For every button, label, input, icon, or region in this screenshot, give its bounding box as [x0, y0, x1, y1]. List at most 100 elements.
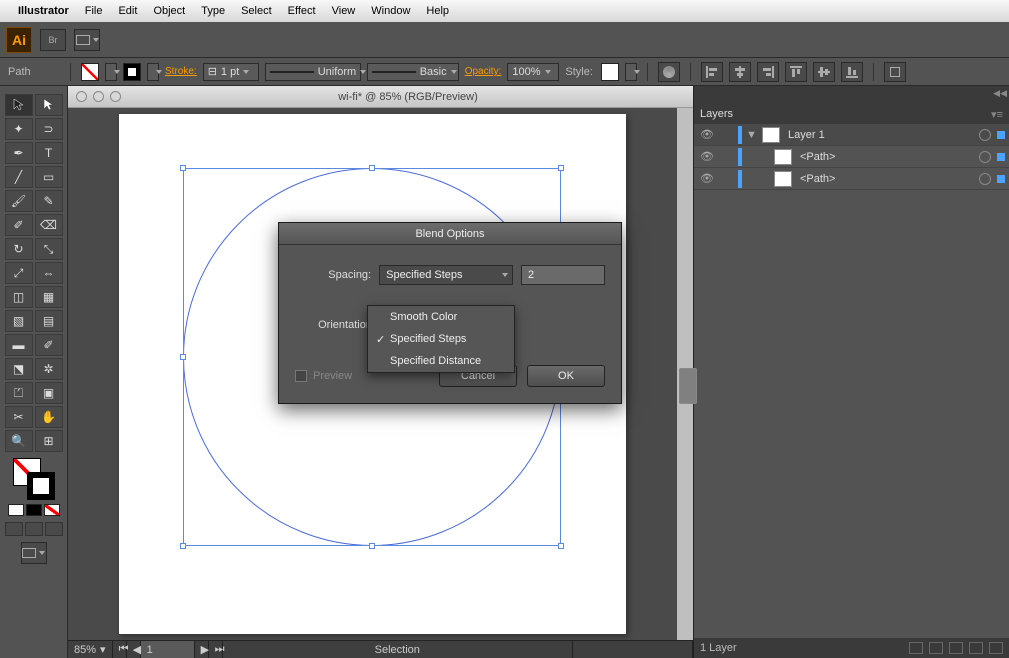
align-left-button[interactable] — [701, 62, 723, 82]
stroke-color-icon[interactable] — [27, 472, 55, 500]
mesh-tool[interactable]: ▤ — [35, 310, 63, 332]
layer-name-label[interactable]: <Path> — [796, 151, 975, 163]
first-artboard-button[interactable]: ⏮ — [113, 641, 127, 658]
draw-behind-button[interactable] — [25, 522, 43, 536]
magic-wand-tool[interactable]: ✦ — [5, 118, 33, 140]
menu-window[interactable]: Window — [371, 5, 410, 17]
lasso-tool[interactable]: ⊃ — [35, 118, 63, 140]
draw-normal-button[interactable] — [5, 522, 23, 536]
gradient-mode-button[interactable] — [26, 504, 42, 516]
spacing-steps-input[interactable] — [521, 265, 605, 285]
variable-width-profile[interactable]: Uniform — [265, 63, 361, 81]
target-icon[interactable] — [979, 173, 991, 185]
next-artboard-button[interactable]: ▶ — [195, 641, 209, 658]
align-bottom-button[interactable] — [841, 62, 863, 82]
menu-file[interactable]: File — [85, 5, 103, 17]
menu-select[interactable]: Select — [241, 5, 272, 17]
draw-inside-button[interactable] — [45, 522, 63, 536]
brush-definition[interactable]: Basic — [367, 63, 459, 81]
artboard-tool[interactable]: ▣ — [35, 382, 63, 404]
layer-name-label[interactable]: <Path> — [796, 173, 975, 185]
opacity-panel-link[interactable]: Opacity: — [465, 66, 502, 77]
rectangle-tool[interactable]: ▭ — [35, 166, 63, 188]
eyedropper-tool[interactable]: ✐ — [35, 334, 63, 356]
perspective-grid-tool[interactable]: ▧ — [5, 310, 33, 332]
menu-edit[interactable]: Edit — [118, 5, 137, 17]
locate-object-button[interactable] — [909, 642, 923, 654]
slice-tool[interactable]: ✂ — [5, 406, 33, 428]
target-icon[interactable] — [979, 151, 991, 163]
collapse-panels-icon[interactable]: ◀◀ — [993, 88, 1007, 99]
symbol-sprayer-tool[interactable]: ✲ — [35, 358, 63, 380]
menu-help[interactable]: Help — [426, 5, 449, 17]
ok-button[interactable]: OK — [527, 365, 605, 387]
transform-panel-button[interactable] — [884, 62, 906, 82]
window-minimize-icon[interactable] — [93, 91, 104, 102]
recolor-artwork-button[interactable] — [658, 62, 680, 82]
column-graph-tool[interactable]: ⏍ — [5, 382, 33, 404]
new-layer-button[interactable] — [969, 642, 983, 654]
delete-layer-button[interactable] — [989, 642, 1003, 654]
fill-swatch[interactable] — [81, 63, 99, 81]
pencil-tool[interactable]: ✎ — [35, 190, 63, 212]
target-icon[interactable] — [979, 129, 991, 141]
selection-indicator-icon[interactable] — [997, 153, 1005, 161]
window-zoom-icon[interactable] — [110, 91, 121, 102]
visibility-toggle-icon[interactable]: 👁 — [698, 128, 716, 141]
vertical-scrollbar[interactable] — [677, 108, 693, 640]
stroke-weight-field[interactable]: ⊟1 pt — [203, 63, 259, 81]
fill-stroke-control[interactable] — [13, 458, 55, 500]
stroke-panel-link[interactable]: Stroke: — [165, 66, 197, 77]
align-center-h-button[interactable] — [729, 62, 751, 82]
layer-name-label[interactable]: Layer 1 — [784, 129, 975, 141]
hand-tool[interactable]: ✋ — [35, 406, 63, 428]
gradient-tool[interactable]: ▬ — [5, 334, 33, 356]
pen-tool[interactable]: ✒ — [5, 142, 33, 164]
live-paint-tool[interactable]: ▦ — [35, 286, 63, 308]
stroke-swatch[interactable] — [123, 63, 141, 81]
line-tool[interactable]: ╱ — [5, 166, 33, 188]
screen-mode-button[interactable] — [21, 542, 47, 564]
new-sublayer-button[interactable] — [949, 642, 963, 654]
style-dropdown[interactable] — [625, 63, 637, 81]
layer-row[interactable]: 👁 <Path> — [694, 146, 1009, 168]
visibility-toggle-icon[interactable]: 👁 — [698, 150, 716, 163]
selection-tool[interactable] — [5, 94, 33, 116]
align-top-button[interactable] — [785, 62, 807, 82]
fill-dropdown[interactable] — [105, 63, 117, 81]
last-artboard-button[interactable]: ⏭ — [209, 641, 223, 658]
spacing-option-specified-steps[interactable]: ✓Specified Steps — [368, 328, 514, 350]
artboard-number-field[interactable]: 1 — [141, 641, 195, 658]
bridge-button[interactable]: Br — [40, 29, 66, 51]
make-clipping-mask-button[interactable] — [929, 642, 943, 654]
arrange-documents-button[interactable] — [74, 29, 100, 51]
align-right-button[interactable] — [757, 62, 779, 82]
selection-indicator-icon[interactable] — [997, 175, 1005, 183]
direct-selection-tool[interactable] — [35, 94, 63, 116]
shape-builder-tool[interactable]: ◫ — [5, 286, 33, 308]
app-menu[interactable]: Illustrator — [18, 5, 69, 17]
menu-type[interactable]: Type — [201, 5, 225, 17]
graphic-style-swatch[interactable] — [601, 63, 619, 81]
layers-panel-tab[interactable]: Layers▾≡ — [694, 104, 1009, 124]
stroke-dropdown[interactable] — [147, 63, 159, 81]
zoom-tool[interactable]: 🔍 — [5, 430, 33, 452]
color-mode-button[interactable] — [8, 504, 24, 516]
blob-brush-tool[interactable]: ✐ — [5, 214, 33, 236]
disclosure-triangle-icon[interactable]: ▼ — [746, 129, 758, 141]
rotate-tool[interactable]: ↻ — [5, 238, 33, 260]
paintbrush-tool[interactable]: 🖌 — [5, 190, 33, 212]
width-tool[interactable]: ⇔ — [35, 262, 63, 284]
menu-object[interactable]: Object — [153, 5, 185, 17]
reflect-tool[interactable]: ⤡ — [35, 238, 63, 260]
panel-menu-icon[interactable]: ▾≡ — [991, 108, 1003, 121]
eraser-tool[interactable]: ⌫ — [35, 214, 63, 236]
preview-checkbox[interactable] — [295, 370, 307, 382]
layer-row[interactable]: 👁 <Path> — [694, 168, 1009, 190]
spacing-option-specified-distance[interactable]: Specified Distance — [368, 350, 514, 372]
menu-view[interactable]: View — [332, 5, 356, 17]
type-tool[interactable]: T — [35, 142, 63, 164]
none-mode-button[interactable] — [44, 504, 60, 516]
align-center-v-button[interactable] — [813, 62, 835, 82]
opacity-field[interactable]: 100% — [507, 63, 559, 81]
